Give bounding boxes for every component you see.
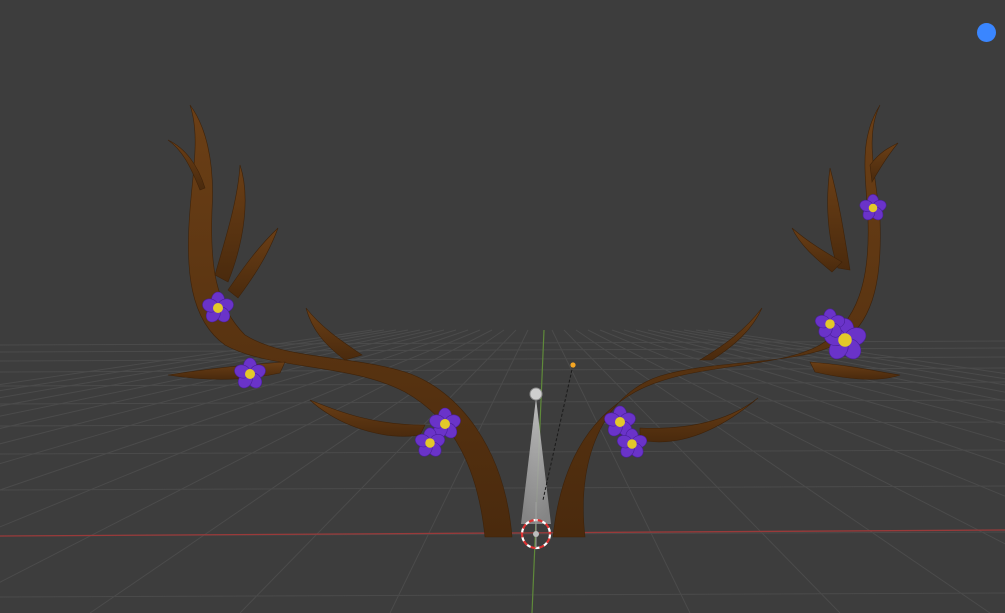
flower-center [825,319,835,329]
flower-center [425,438,435,448]
3d-viewport[interactable] [0,0,1005,613]
3d-cursor-center [533,531,539,537]
viewport-scene[interactable] [0,0,1005,613]
grid-line [0,449,1005,455]
blue-circle-icon[interactable] [977,23,996,42]
flower-center [627,439,637,449]
grid-line [563,329,841,613]
flower-center [615,417,625,427]
flowers [202,194,887,458]
flower-center [213,303,223,313]
grid-line [389,329,529,613]
light-target-icon[interactable] [570,362,576,368]
flower-center [868,203,878,213]
grid-line [587,329,1005,545]
flower [234,357,266,389]
antler-left[interactable] [167,104,513,538]
grid-line [89,329,505,613]
grid-line [0,421,1005,427]
grid-line [575,329,991,613]
flower-center [440,419,450,429]
grid-line [0,592,1005,598]
grid-line [0,399,1005,405]
light-source-icon[interactable] [529,387,543,401]
flower-center [245,369,255,379]
